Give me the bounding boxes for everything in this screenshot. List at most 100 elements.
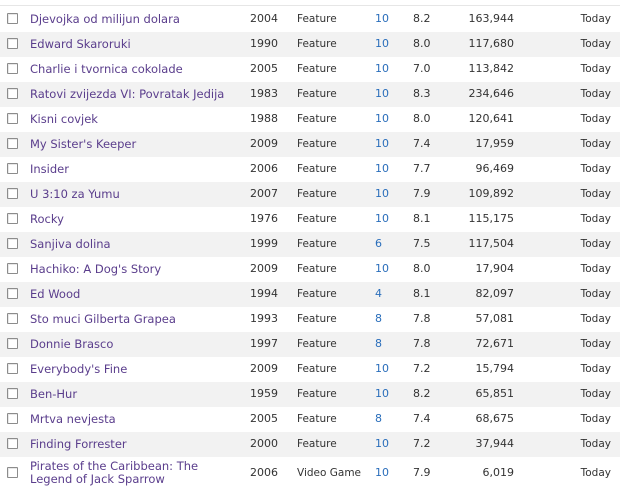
imdb-rating-cell: 7.7 [413, 162, 431, 175]
user-rating-link[interactable]: 10 [375, 137, 389, 151]
date-added-cell: Today [580, 313, 611, 325]
type-cell: Video Game [297, 467, 362, 479]
title-link[interactable]: Mrtva nevjesta [30, 412, 116, 426]
title-link[interactable]: Rocky [30, 212, 64, 226]
year-cell: 2009 [250, 362, 278, 375]
row-checkbox[interactable] [7, 13, 18, 24]
row-checkbox[interactable] [7, 213, 18, 224]
title-link[interactable]: Djevojka od milijun dolara [30, 12, 180, 26]
type-cell: Feature [297, 388, 337, 400]
row-checkbox[interactable] [7, 413, 18, 424]
type-cell: Feature [297, 263, 337, 275]
type-cell: Feature [297, 163, 337, 175]
row-checkbox[interactable] [7, 288, 18, 299]
user-rating-link[interactable]: 10 [375, 62, 389, 76]
imdb-rating-cell: 7.4 [413, 137, 431, 150]
user-rating-link[interactable]: 8 [375, 337, 382, 351]
user-rating-link[interactable]: 10 [375, 12, 389, 26]
row-checkbox[interactable] [7, 467, 18, 478]
user-rating-link[interactable]: 10 [375, 387, 389, 401]
vote-count-cell: 117,504 [468, 237, 515, 250]
user-rating-link[interactable]: 10 [375, 212, 389, 226]
table-row: My Sister's Keeper 2009 Feature 10 7.4 17,959… [0, 132, 620, 157]
type-cell: Feature [297, 238, 337, 250]
row-checkbox[interactable] [7, 38, 18, 49]
date-added-cell: Today [580, 263, 611, 275]
table-row: Sto muci Gilberta Grapea 1993 Feature 8 7.8 5… [0, 307, 620, 332]
title-link[interactable]: Hachiko: A Dog's Story [30, 262, 161, 276]
date-added-cell: Today [580, 38, 611, 50]
type-cell: Feature [297, 313, 337, 325]
row-checkbox[interactable] [7, 163, 18, 174]
title-link[interactable]: Ben-Hur [30, 387, 77, 401]
table-row: Edward Skaroruki 1990 Feature 10 8.0 117,680 T… [0, 32, 620, 57]
table-row: Sanjiva dolina 1999 Feature 6 7.5 117,504 Toda… [0, 232, 620, 257]
title-link[interactable]: Ratovi zvijezda VI: Povratak Jedija [30, 87, 224, 101]
year-cell: 1990 [250, 37, 278, 50]
date-added-cell: Today [580, 163, 611, 175]
year-cell: 1999 [250, 237, 278, 250]
imdb-rating-cell: 8.1 [413, 212, 431, 225]
title-link[interactable]: Sto muci Gilberta Grapea [30, 312, 176, 326]
vote-count-cell: 113,842 [468, 62, 515, 75]
row-checkbox[interactable] [7, 338, 18, 349]
date-added-cell: Today [580, 438, 611, 450]
imdb-rating-cell: 8.3 [413, 87, 431, 100]
title-link[interactable]: Kisni covjek [30, 112, 98, 126]
title-link[interactable]: Charlie i tvornica cokolade [30, 62, 183, 76]
user-rating-link[interactable]: 8 [375, 312, 382, 326]
row-checkbox[interactable] [7, 113, 18, 124]
imdb-rating-cell: 7.4 [413, 412, 431, 425]
vote-count-cell: 163,944 [468, 12, 515, 25]
user-rating-link[interactable]: 10 [375, 112, 389, 126]
title-link[interactable]: Sanjiva dolina [30, 237, 111, 251]
row-checkbox[interactable] [7, 138, 18, 149]
title-link[interactable]: My Sister's Keeper [30, 137, 136, 151]
title-link[interactable]: Ed Wood [30, 287, 80, 301]
user-rating-link[interactable]: 10 [375, 187, 389, 201]
year-cell: 1983 [250, 87, 278, 100]
table-row: Ed Wood 1994 Feature 4 8.1 82,097 Today [0, 282, 620, 307]
title-link[interactable]: Insider [30, 162, 69, 176]
row-checkbox[interactable] [7, 88, 18, 99]
vote-count-cell: 57,081 [475, 312, 515, 325]
date-added-cell: Today [580, 138, 611, 150]
year-cell: 2006 [250, 162, 278, 175]
imdb-rating-cell: 8.2 [413, 387, 431, 400]
title-link[interactable]: Donnie Brasco [30, 337, 113, 351]
title-link[interactable]: Finding Forrester [30, 437, 127, 451]
row-checkbox[interactable] [7, 188, 18, 199]
title-link[interactable]: Pirates of the Caribbean: The Legend of … [30, 460, 220, 486]
year-cell: 1994 [250, 287, 278, 300]
row-checkbox[interactable] [7, 263, 18, 274]
type-cell: Feature [297, 38, 337, 50]
user-rating-link[interactable]: 10 [375, 437, 389, 451]
row-checkbox[interactable] [7, 388, 18, 399]
title-link[interactable]: U 3:10 za Yumu [30, 187, 120, 201]
user-rating-link[interactable]: 6 [375, 237, 382, 251]
user-rating-link[interactable]: 10 [375, 162, 389, 176]
user-rating-link[interactable]: 10 [375, 362, 389, 376]
row-checkbox[interactable] [7, 63, 18, 74]
vote-count-cell: 15,794 [475, 362, 515, 375]
row-checkbox[interactable] [7, 363, 18, 374]
user-rating-link[interactable]: 4 [375, 287, 382, 301]
row-checkbox[interactable] [7, 438, 18, 449]
imdb-rating-cell: 8.0 [413, 112, 431, 125]
vote-count-cell: 117,680 [468, 37, 515, 50]
user-rating-link[interactable]: 10 [375, 37, 389, 51]
user-rating-link[interactable]: 10 [375, 87, 389, 101]
vote-count-cell: 72,671 [475, 337, 515, 350]
user-rating-link[interactable]: 8 [375, 412, 382, 426]
table-row: Kisni covjek 1988 Feature 10 8.0 120,641 Today [0, 107, 620, 132]
user-rating-link[interactable]: 10 [375, 262, 389, 276]
vote-count-cell: 109,892 [468, 187, 515, 200]
user-rating-link[interactable]: 10 [375, 466, 389, 480]
row-checkbox[interactable] [7, 313, 18, 324]
title-link[interactable]: Everybody's Fine [30, 362, 127, 376]
row-checkbox[interactable] [7, 238, 18, 249]
table-row: Ratovi zvijezda VI: Povratak Jedija 1983 F… [0, 82, 620, 107]
title-link[interactable]: Edward Skaroruki [30, 37, 131, 51]
type-cell: Feature [297, 438, 337, 450]
imdb-rating-cell: 7.8 [413, 312, 431, 325]
